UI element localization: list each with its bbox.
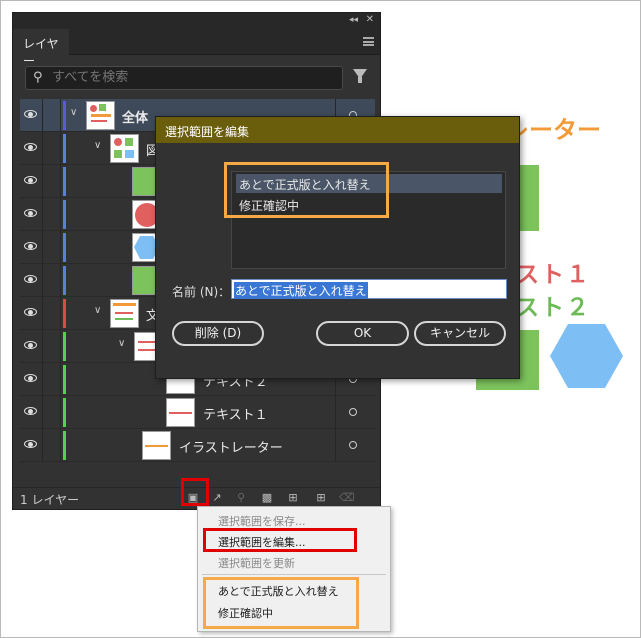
visibility-eye-icon[interactable] xyxy=(24,242,37,250)
layer-row-illustrator[interactable]: イラストレーター xyxy=(20,429,375,462)
visibility-eye-icon[interactable] xyxy=(24,407,37,415)
layer-color-bar xyxy=(63,200,66,229)
clipping-mask-icon[interactable]: ▩ xyxy=(260,491,274,504)
close-icon[interactable]: ✕ xyxy=(366,14,374,25)
trash-icon[interactable]: ⌫ xyxy=(339,491,355,504)
layer-row-text1[interactable]: テキスト１ xyxy=(20,396,375,429)
visibility-eye-icon[interactable] xyxy=(24,341,37,349)
layer-color-bar xyxy=(63,431,66,460)
layer-thumbnail xyxy=(86,101,115,130)
dialog-title: 選択範囲を編集 xyxy=(156,117,519,143)
layer-color-bar xyxy=(63,332,66,361)
layer-thumbnail xyxy=(142,431,171,460)
edit-selection-dialog: 選択範囲を編集 あとで正式版と入れ替え 修正確認中 名前 (N)： あとで正式版… xyxy=(155,116,520,379)
artboard-text1: スト１ xyxy=(516,262,591,288)
visibility-eye-icon[interactable] xyxy=(24,110,37,118)
layer-thumbnail xyxy=(110,299,139,328)
name-label: 名前 (N)： xyxy=(172,285,231,299)
selection-button-highlight xyxy=(181,478,209,506)
layers-count: 1 レイヤー xyxy=(20,493,80,507)
visibility-eye-icon[interactable] xyxy=(24,176,37,184)
menu-update-selection[interactable]: 選択範囲を更新 xyxy=(218,555,295,571)
target-icon[interactable] xyxy=(349,441,357,449)
ok-button[interactable]: OK xyxy=(316,321,409,346)
collapse-icon[interactable]: ◂◂ xyxy=(349,15,358,25)
new-layer-icon[interactable]: ⊞ xyxy=(314,491,328,504)
name-field[interactable]: あとで正式版と入れ替え xyxy=(231,279,507,299)
menu-divider xyxy=(202,574,386,575)
export-icon[interactable]: ↗ xyxy=(210,491,224,504)
chevron-down-icon[interactable]: ∨ xyxy=(94,305,101,316)
new-sublayer-icon[interactable]: ⊞ xyxy=(286,491,300,504)
search-input[interactable] xyxy=(52,70,332,85)
layer-color-bar xyxy=(63,134,66,163)
layer-color-bar xyxy=(63,299,66,328)
layer-color-bar xyxy=(63,398,66,427)
selection-list-highlight xyxy=(224,162,389,218)
saved-selections-highlight xyxy=(203,577,359,629)
layer-color-bar xyxy=(63,266,66,295)
visibility-eye-icon[interactable] xyxy=(24,143,37,151)
artboard-green-rect xyxy=(519,165,539,231)
chevron-down-icon[interactable]: ∨ xyxy=(70,107,77,118)
visibility-eye-icon[interactable] xyxy=(24,209,37,217)
search-field[interactable]: ⚲ xyxy=(25,66,343,90)
delete-button[interactable]: 削除 (D) xyxy=(172,321,264,346)
layer-color-bar xyxy=(63,233,66,262)
artboard-hexagon xyxy=(550,324,623,388)
panel-title-strip: ◂◂ ✕ xyxy=(13,13,380,29)
search-icon: ⚲ xyxy=(33,70,43,85)
layer-name[interactable]: イラストレーター xyxy=(179,437,283,456)
target-icon[interactable] xyxy=(349,408,357,416)
artboard-text2: スト２ xyxy=(516,295,591,321)
layer-name[interactable]: 全体 xyxy=(122,107,148,126)
visibility-eye-icon[interactable] xyxy=(24,440,37,448)
panel-menu-icon[interactable] xyxy=(363,37,374,46)
layer-color-bar xyxy=(63,101,66,130)
cancel-button[interactable]: キャンセル xyxy=(414,321,506,346)
panel-tab-bar: レイヤー xyxy=(13,29,380,68)
visibility-eye-icon[interactable] xyxy=(24,374,37,382)
visibility-eye-icon[interactable] xyxy=(24,308,37,316)
menu-save-selection[interactable]: 選択範囲を保存... xyxy=(218,513,306,529)
edit-selection-highlight xyxy=(203,528,357,552)
layer-thumbnail xyxy=(166,398,195,427)
locate-search-icon[interactable]: ⚲ xyxy=(234,491,248,504)
layer-color-bar xyxy=(63,167,66,196)
layer-color-bar xyxy=(63,365,66,394)
tab-layers[interactable]: レイヤー xyxy=(13,29,69,68)
filter-icon[interactable] xyxy=(353,69,367,83)
chevron-down-icon[interactable]: ∨ xyxy=(118,338,125,349)
name-field-value: あとで正式版と入れ替え xyxy=(234,282,368,299)
layer-thumbnail xyxy=(110,134,139,163)
chevron-down-icon[interactable]: ∨ xyxy=(94,140,101,151)
layer-name[interactable]: テキスト１ xyxy=(203,404,268,423)
visibility-eye-icon[interactable] xyxy=(24,275,37,283)
